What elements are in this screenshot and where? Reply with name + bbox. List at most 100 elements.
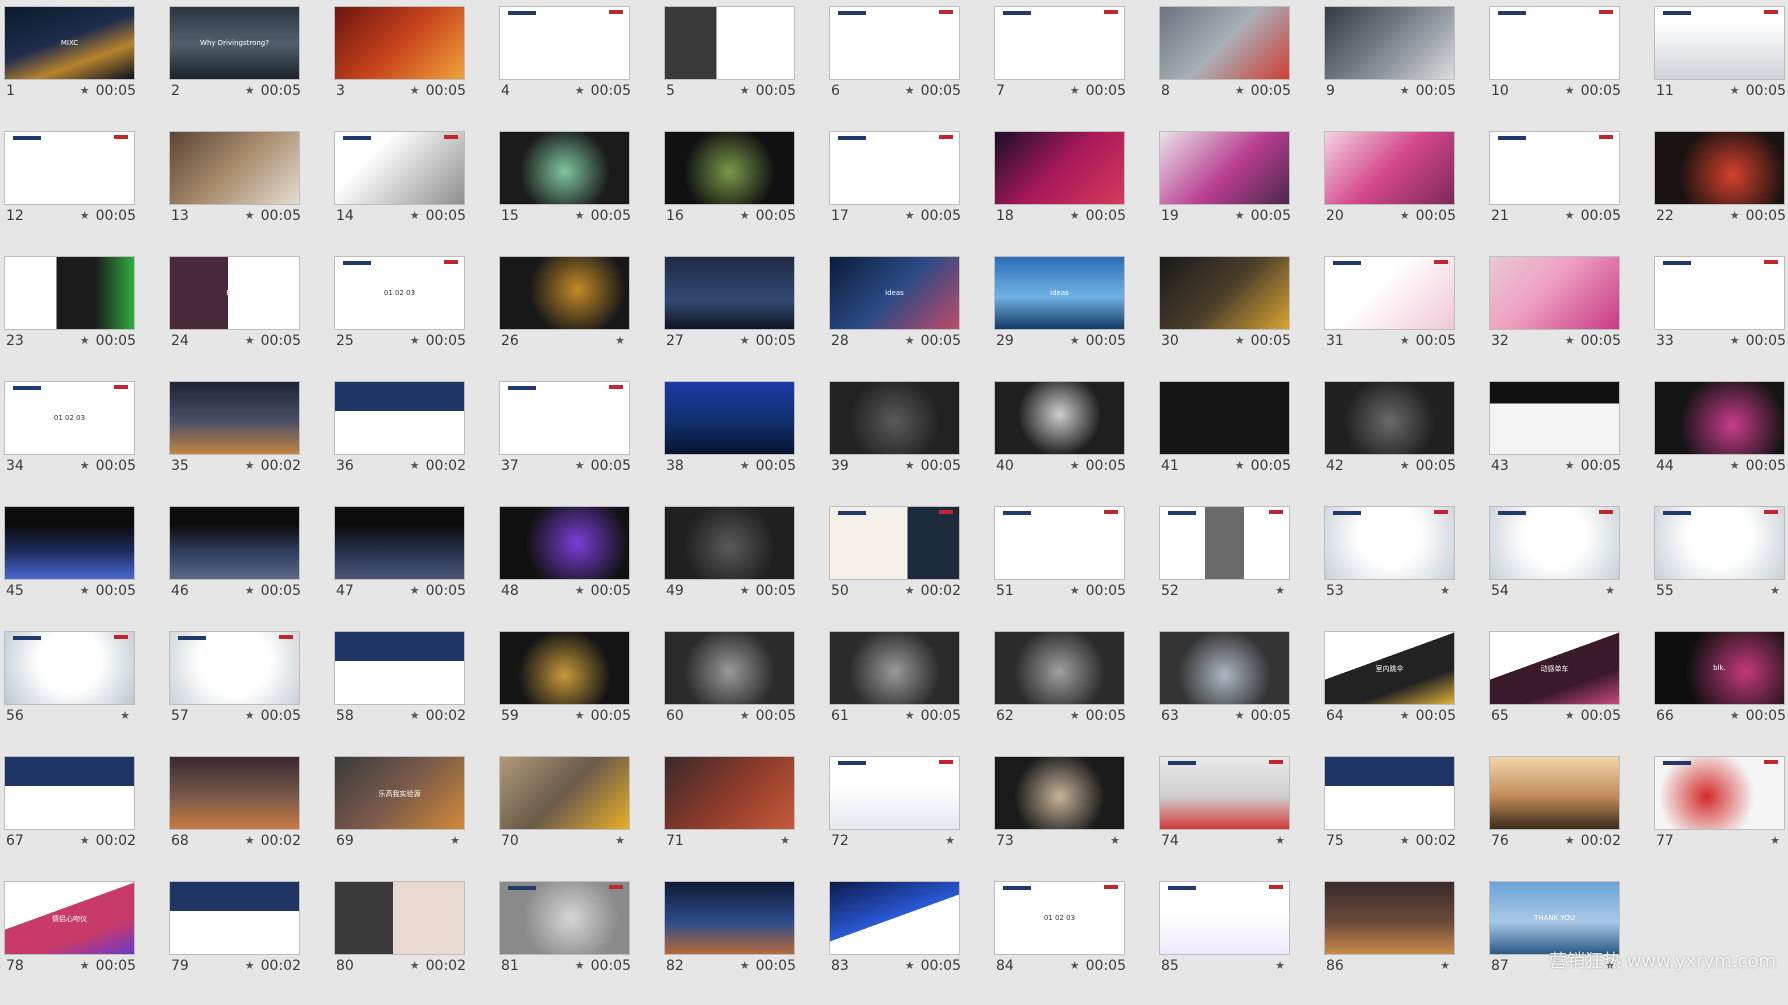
slide-cell[interactable]: 51 ★ 00:05 [993,505,1158,630]
slide-thumbnail[interactable]: 情侣心吻仪 [5,882,134,954]
slide-thumbnail[interactable] [335,882,464,954]
slide-cell[interactable]: 49 ★ 00:05 [663,505,828,630]
slide-cell[interactable]: 56 ★ [3,630,168,755]
slide-cell[interactable]: 54 ★ [1488,505,1653,630]
slide-cell[interactable]: ideas 29 ★ 00:05 [993,255,1158,380]
slide-cell[interactable]: MIXC 1 ★ 00:05 [3,5,168,130]
slide-cell[interactable]: 76 ★ 00:02 [1488,755,1653,880]
slide-cell[interactable]: 73 ★ [993,755,1158,880]
slide-cell[interactable]: 30 ★ 00:05 [1158,255,1323,380]
slide-thumbnail[interactable] [500,882,629,954]
slide-thumbnail[interactable] [1325,757,1454,829]
slide-thumbnail[interactable]: 室内跳伞 [1325,632,1454,704]
slide-thumbnail[interactable] [1490,507,1619,579]
slide-cell[interactable]: 52 ★ [1158,505,1323,630]
slide-cell[interactable]: 23 ★ 00:05 [3,255,168,380]
slide-thumbnail[interactable] [995,382,1124,454]
slide-thumbnail[interactable] [830,632,959,704]
slide-cell[interactable]: 72 ★ [828,755,993,880]
slide-thumbnail[interactable]: blk. [1655,632,1784,704]
slide-cell[interactable]: 44 ★ 00:05 [1653,380,1788,505]
slide-thumbnail[interactable] [1655,257,1784,329]
slide-thumbnail[interactable] [170,882,299,954]
slide-cell[interactable]: 26 ★ [498,255,663,380]
slide-thumbnail[interactable] [830,757,959,829]
slide-thumbnail[interactable]: Why Drivingstrong? [170,7,299,79]
slide-cell[interactable]: 74 ★ [1158,755,1323,880]
slide-thumbnail[interactable] [335,507,464,579]
slide-thumbnail[interactable] [500,257,629,329]
slide-thumbnail[interactable] [995,132,1124,204]
slide-cell[interactable]: 14 ★ 00:05 [333,130,498,255]
slide-thumbnail[interactable]: ideas [995,257,1124,329]
slide-thumbnail[interactable]: 01 02 03 [5,382,134,454]
slide-cell[interactable]: 46 ★ 00:05 [168,505,333,630]
slide-cell[interactable]: 48 ★ 00:05 [498,505,663,630]
slide-cell[interactable]: 83 ★ 00:05 [828,880,993,1005]
slide-thumbnail[interactable] [335,7,464,79]
slide-cell[interactable]: 27 ★ 00:05 [663,255,828,380]
slide-cell[interactable]: 61 ★ 00:05 [828,630,993,755]
slide-thumbnail[interactable] [500,632,629,704]
slide-thumbnail[interactable] [1325,882,1454,954]
slide-thumbnail[interactable] [830,132,959,204]
slide-thumbnail[interactable] [665,882,794,954]
slide-thumbnail[interactable] [500,132,629,204]
slide-thumbnail[interactable] [830,7,959,79]
slide-thumbnail[interactable] [5,257,134,329]
slide-thumbnail[interactable] [995,7,1124,79]
slide-cell[interactable]: 40 ★ 00:05 [993,380,1158,505]
slide-cell[interactable]: 77 ★ [1653,755,1788,880]
slide-cell[interactable]: 45 ★ 00:05 [3,505,168,630]
slide-cell[interactable]: 62 ★ 00:05 [993,630,1158,755]
slide-thumbnail[interactable]: 乐高我实验源 [335,757,464,829]
slide-cell[interactable]: 13 ★ 00:05 [168,130,333,255]
slide-cell[interactable]: 60 ★ 00:05 [663,630,828,755]
slide-thumbnail[interactable] [500,507,629,579]
slide-thumbnail[interactable] [665,382,794,454]
slide-cell[interactable]: 71 ★ [663,755,828,880]
slide-thumbnail[interactable] [1160,507,1289,579]
slide-cell[interactable]: 01 02 03 34 ★ 00:05 [3,380,168,505]
slide-thumbnail[interactable] [1325,507,1454,579]
slide-thumbnail[interactable] [995,632,1124,704]
slide-thumbnail[interactable] [500,382,629,454]
slide-thumbnail[interactable]: ideas [830,257,959,329]
slide-cell[interactable]: 乐高我实验源 69 ★ [333,755,498,880]
slide-cell[interactable]: 41 ★ 00:05 [1158,380,1323,505]
slide-thumbnail[interactable] [1160,7,1289,79]
slide-cell[interactable]: 5 ★ 00:05 [663,5,828,130]
slide-thumbnail[interactable] [1490,382,1619,454]
slide-cell[interactable]: 70 ★ [498,755,663,880]
slide-thumbnail[interactable] [170,507,299,579]
slide-thumbnail[interactable] [1490,132,1619,204]
slide-cell[interactable]: 10 ★ 00:05 [1488,5,1653,130]
slide-cell[interactable]: 11 ★ 00:05 [1653,5,1788,130]
slide-cell[interactable]: 动感单车 65 ★ 00:05 [1488,630,1653,755]
slide-thumbnail[interactable] [170,757,299,829]
slide-thumbnail[interactable] [1325,7,1454,79]
slide-cell[interactable]: 19 ★ 00:05 [1158,130,1323,255]
slide-thumbnail[interactable] [665,132,794,204]
slide-cell[interactable]: 82 ★ 00:05 [663,880,828,1005]
slide-thumbnail[interactable] [1160,757,1289,829]
slide-thumbnail[interactable] [500,757,629,829]
slide-thumbnail[interactable] [335,132,464,204]
slide-cell[interactable]: Why Drivingstrong? 2 ★ 00:05 [168,5,333,130]
slide-thumbnail[interactable] [995,507,1124,579]
slide-cell[interactable]: 31 ★ 00:05 [1323,255,1488,380]
slide-thumbnail[interactable] [830,507,959,579]
slide-cell[interactable]: 6 ★ 00:05 [828,5,993,130]
slide-cell[interactable]: THANK YOU 87 ★ [1488,880,1653,1005]
slide-thumbnail[interactable] [500,7,629,79]
slide-cell[interactable]: 59 ★ 00:05 [498,630,663,755]
slide-cell[interactable]: 57 ★ 00:05 [168,630,333,755]
slide-cell[interactable]: 86 ★ [1323,880,1488,1005]
slide-thumbnail[interactable] [1160,882,1289,954]
slide-thumbnail[interactable]: THANK YOU [1490,882,1619,954]
slide-thumbnail[interactable] [665,257,794,329]
slide-thumbnail[interactable] [5,632,134,704]
slide-cell[interactable]: 68 ★ 00:02 [168,755,333,880]
slide-cell[interactable]: 75 ★ 00:02 [1323,755,1488,880]
slide-thumbnail[interactable] [665,7,794,79]
